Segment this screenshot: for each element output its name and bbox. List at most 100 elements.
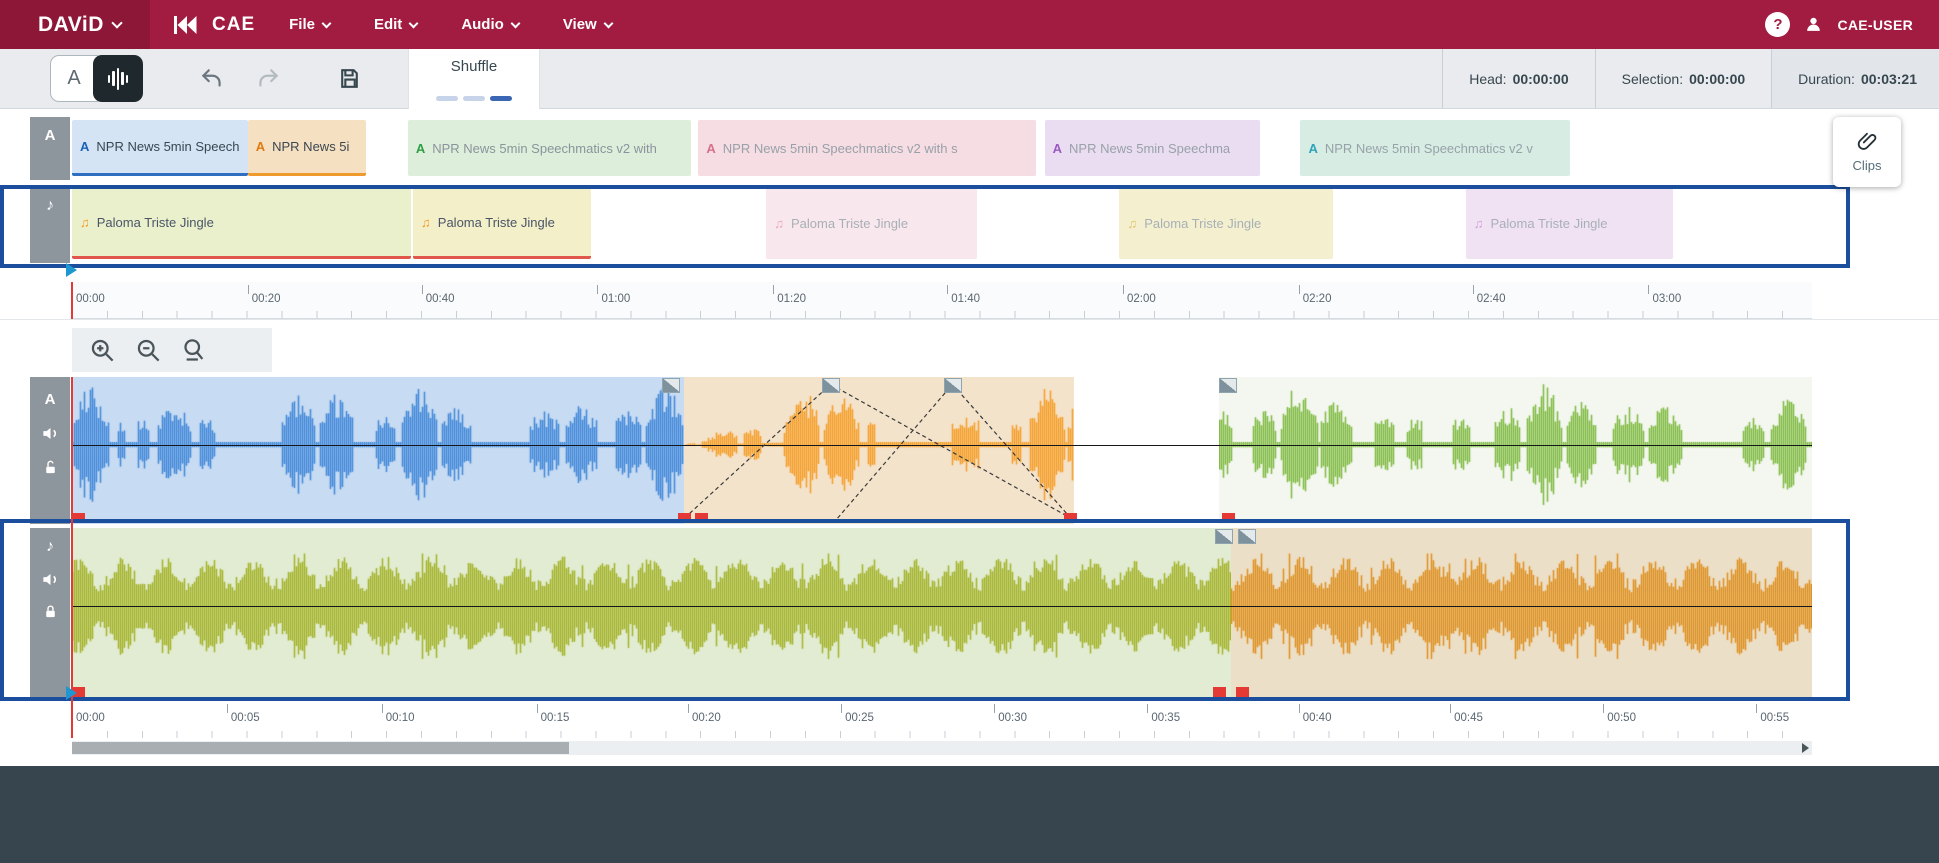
help-button[interactable]: ? (1765, 12, 1790, 37)
overview-clip[interactable]: ♫Paloma Triste Jingle (1119, 188, 1333, 259)
tick-mark (1450, 704, 1451, 713)
editor-track1 (72, 377, 1812, 524)
audio-clip[interactable] (684, 377, 1074, 524)
clip-boundary-marker[interactable] (72, 513, 85, 523)
tick-label: 02:00 (1127, 293, 1156, 305)
speech-a-icon: A (706, 141, 715, 156)
redo-button[interactable] (255, 66, 281, 92)
overview-clip[interactable]: A NPR News 5min Speechmatics v2 v (1300, 120, 1570, 176)
audio-clip[interactable] (1219, 377, 1812, 524)
tick-label: 03:00 (1652, 293, 1681, 305)
music-note-icon: ♪ (46, 197, 54, 215)
tick-label: 00:15 (541, 712, 570, 724)
tick-label: 02:40 (1477, 293, 1506, 305)
undo-button[interactable] (199, 66, 225, 92)
overview-speech-track: ANPR News 5min SpeechANPR News 5iANPR Ne… (72, 117, 1812, 180)
overview-clip[interactable]: A NPR News 5min Speechmatics v2 with (408, 120, 692, 176)
tick-label: 00:50 (1607, 712, 1636, 724)
lock-icon[interactable] (42, 603, 59, 620)
speech-a-icon: A (416, 141, 425, 156)
tick-label: 01:40 (951, 293, 980, 305)
horizontal-scrollbar[interactable] (72, 741, 1812, 755)
user-name[interactable]: CAE-USER (1837, 17, 1913, 33)
clip-label: NPR News 5i (272, 139, 349, 154)
speech-a-icon: A (256, 139, 265, 154)
scrollbar-thumb[interactable] (72, 742, 569, 754)
tick-label: 01:20 (777, 293, 806, 305)
clip-boundary-marker[interactable] (695, 513, 708, 523)
waveform-canvas (72, 528, 1231, 698)
zoom-out-button[interactable] (132, 334, 164, 366)
overview-clip[interactable]: ♫Paloma Triste Jingle (766, 188, 977, 259)
shuffle-tab[interactable]: Shuffle (408, 49, 540, 109)
overview-clip[interactable]: ♫Paloma Triste Jingle (1466, 188, 1673, 259)
tick-mark (1299, 285, 1300, 294)
editor-track2 (72, 528, 1812, 698)
save-button[interactable] (337, 66, 362, 91)
tick-mark (1123, 285, 1124, 294)
clip-boundary-marker[interactable] (1222, 513, 1235, 523)
overview-playhead-triangle[interactable] (66, 263, 77, 277)
audio-clip[interactable] (72, 528, 1231, 698)
overview-clip[interactable]: ANPR News 5min Speech (72, 120, 248, 176)
fade-handle[interactable] (944, 378, 962, 393)
tick-mark (947, 285, 948, 294)
audio-clip[interactable] (1231, 528, 1812, 698)
tick-mark (688, 704, 689, 713)
clip-boundary-marker[interactable] (1213, 687, 1226, 697)
fade-handle[interactable] (662, 378, 680, 393)
clip-label: NPR News 5min Speechmatics v2 v (1325, 141, 1533, 156)
overview-clip[interactable]: A NPR News 5i (248, 120, 366, 176)
clip-label: NPR News 5min Speechmatics v2 with (432, 141, 657, 156)
fade-handle[interactable] (1215, 529, 1233, 544)
stat-label: Head: (1469, 71, 1506, 87)
clip-boundary-marker[interactable] (1064, 513, 1077, 523)
tick-mark (422, 285, 423, 294)
overview-separator (0, 319, 1939, 320)
editor-playhead-triangle[interactable] (66, 686, 77, 700)
clip-label: NPR News 5min Speechmatics v2 with s (723, 141, 958, 156)
overview-clip[interactable]: ANPR News 5min Speechma (1045, 120, 1261, 176)
clip-label: Paloma Triste Jingle (438, 215, 555, 230)
unlock-icon[interactable] (42, 459, 59, 476)
text-mode-button[interactable]: A (50, 55, 98, 102)
tick-label: 01:00 (601, 293, 630, 305)
menu-edit[interactable]: Edit (374, 16, 417, 33)
waveform-mode-button[interactable] (93, 55, 143, 102)
clip-boundary-marker[interactable] (1236, 687, 1249, 697)
scroll-right-arrow-icon[interactable] (1802, 743, 1809, 753)
stat-duration: Duration:00:03:21 (1771, 49, 1939, 108)
clip-boundary-marker[interactable] (678, 513, 691, 523)
tick-label: 00:40 (1303, 712, 1332, 724)
tick-label: 00:45 (1454, 712, 1483, 724)
menu-file[interactable]: File (289, 16, 330, 33)
speaker-icon[interactable] (41, 424, 60, 443)
overview-clip[interactable]: A NPR News 5min Speechmatics v2 with s (698, 120, 1036, 176)
overview-time-ruler[interactable]: 00:0000:2000:4001:0001:2001:4002:0002:20… (72, 282, 1812, 319)
overview-clip[interactable]: ♫Paloma Triste Jingle (413, 188, 590, 259)
david-logo-text: DAViD (38, 13, 104, 37)
tick-label: 00:30 (998, 712, 1027, 724)
tick-mark (994, 704, 995, 713)
waveform-canvas (72, 377, 684, 524)
overview-clip[interactable]: ♫Paloma Triste Jingle (72, 188, 411, 259)
tick-label: 00:25 (845, 712, 874, 724)
menu-audio[interactable]: Audio (461, 16, 519, 33)
overview-jingle-rail: ♪ (30, 185, 70, 263)
menu-view[interactable]: View (563, 16, 612, 33)
audio-clip[interactable] (72, 377, 684, 524)
speaker-icon[interactable] (41, 570, 60, 589)
shuffle-label: Shuffle (451, 58, 497, 75)
fade-handle[interactable] (1238, 529, 1256, 544)
speech-a-icon: A (1308, 141, 1317, 156)
music-note-icon: ♪ (46, 538, 54, 556)
fade-handle[interactable] (822, 378, 840, 393)
fade-handle[interactable] (1219, 378, 1237, 393)
zoom-in-button[interactable] (86, 334, 118, 366)
editor-time-ruler[interactable]: 00:0000:0500:1000:1500:2000:2500:3000:35… (72, 701, 1812, 738)
david-logo[interactable]: DAViD (0, 0, 150, 49)
top-menubar: DAViD CAE FileEditAudioView ? CAE-USER (0, 0, 1939, 49)
clips-panel-button[interactable]: Clips (1833, 117, 1901, 187)
music-note-icon: ♫ (1474, 216, 1484, 231)
zoom-fit-button[interactable] (178, 334, 210, 366)
